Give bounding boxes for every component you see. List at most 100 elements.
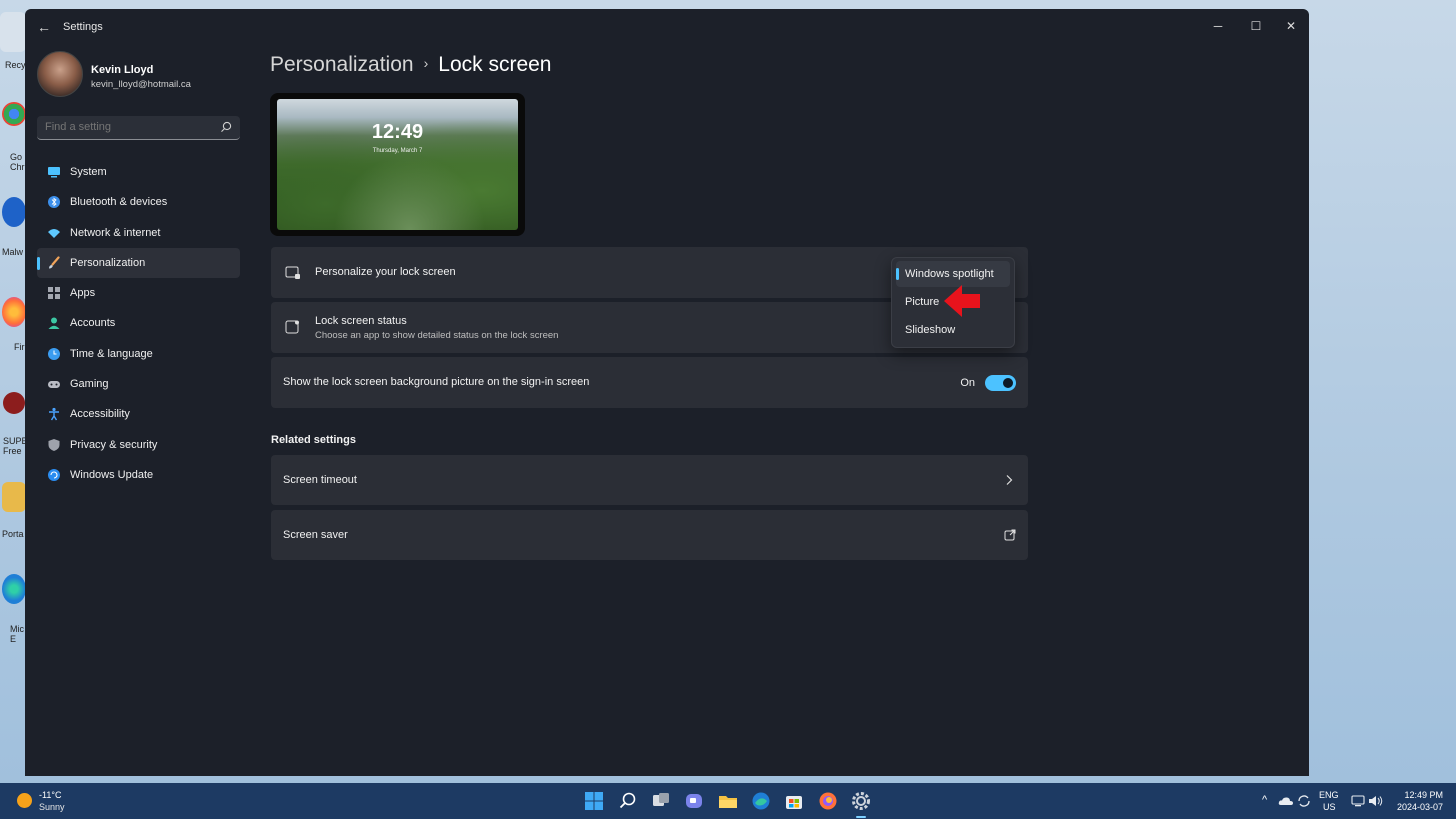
- card-title: Screen saver: [283, 529, 348, 541]
- screen-saver-link[interactable]: Screen saver: [271, 510, 1028, 560]
- card-title: Screen timeout: [283, 474, 357, 486]
- language-indicator[interactable]: ENG: [1319, 790, 1339, 800]
- desktop-edge-icon[interactable]: [2, 574, 26, 604]
- task-view-icon[interactable]: [651, 791, 671, 811]
- signin-background-toggle[interactable]: [985, 375, 1016, 391]
- apps-icon: [48, 287, 60, 300]
- volume-icon[interactable]: [1368, 794, 1384, 808]
- update-icon: [48, 468, 60, 481]
- sidebar-item-apps[interactable]: Apps: [37, 278, 240, 308]
- settings-icon[interactable]: [851, 791, 871, 811]
- wifi-icon: [48, 228, 60, 238]
- minimize-button[interactable]: ─: [1201, 13, 1235, 39]
- bluetooth-icon: [48, 196, 60, 209]
- onedrive-icon[interactable]: [1278, 794, 1294, 808]
- red-arrow-pointer-icon: [944, 285, 980, 317]
- breadcrumb: Personalization › Lock screen: [270, 53, 552, 77]
- profile-email: kevin_lloyd@hotmail.ca: [91, 79, 191, 90]
- network-icon[interactable]: [1351, 794, 1365, 808]
- file-explorer-icon[interactable]: [718, 791, 738, 811]
- card-subtitle: Choose an app to show detailed status on…: [315, 330, 559, 341]
- firefox-icon[interactable]: [818, 791, 838, 811]
- sidebar-item-system[interactable]: System: [37, 157, 240, 187]
- sun-icon[interactable]: [17, 793, 32, 808]
- weather-condition[interactable]: Sunny: [39, 802, 65, 812]
- sidebar-item-bluetooth[interactable]: Bluetooth & devices: [37, 187, 240, 217]
- settings-window: ← Settings ─ ☐ ✕ Kevin Lloyd kevin_lloyd…: [25, 9, 1309, 776]
- status-app-icon: [285, 320, 299, 334]
- open-external-icon: [1004, 529, 1016, 541]
- sidebar-item-accounts[interactable]: Accounts: [37, 308, 240, 338]
- monitor-icon: [48, 167, 60, 178]
- avatar[interactable]: [37, 51, 83, 97]
- region-indicator[interactable]: US: [1323, 802, 1336, 812]
- sidebar-item-label: Personalization: [70, 256, 146, 269]
- dropdown-option-label: Slideshow: [905, 324, 956, 336]
- sidebar-item-time-language[interactable]: Time & language: [37, 339, 240, 369]
- sidebar-item-label: System: [70, 166, 107, 178]
- close-button[interactable]: ✕: [1274, 13, 1308, 39]
- desktop-label: Mic E: [10, 624, 24, 644]
- edge-icon[interactable]: [751, 791, 771, 811]
- sidebar-item-windows-update[interactable]: Windows Update: [37, 460, 240, 490]
- card-title: Lock screen status: [315, 315, 407, 327]
- sidebar-item-accessibility[interactable]: Accessibility: [37, 399, 240, 429]
- active-app-indicator: [856, 816, 866, 818]
- desktop-firefox-icon[interactable]: [2, 297, 26, 327]
- desktop-label: Malw: [2, 247, 24, 257]
- desktop-malwarebytes-icon[interactable]: [2, 197, 26, 227]
- sidebar-item-gaming[interactable]: Gaming: [37, 369, 240, 399]
- app-title: Settings: [63, 21, 103, 33]
- toggle-knob: [1003, 378, 1013, 388]
- accessibility-icon: [49, 408, 59, 421]
- back-arrow-icon[interactable]: ←: [37, 19, 53, 35]
- toggle-state-label: On: [960, 377, 975, 389]
- chevron-right-icon: [1006, 475, 1013, 485]
- preview-date: Thursday, March 7: [372, 148, 423, 154]
- desktop-chrome-icon[interactable]: [2, 102, 26, 126]
- taskbar-clock-time[interactable]: 12:49 PM: [1397, 790, 1443, 800]
- desktop-superantispyware-icon[interactable]: [3, 392, 25, 414]
- start-icon[interactable]: [584, 791, 604, 811]
- title-bar: ← Settings ─ ☐ ✕: [25, 9, 1309, 45]
- breadcrumb-parent[interactable]: Personalization: [270, 53, 414, 76]
- globe-clock-icon: [48, 347, 60, 360]
- desktop-label: Porta: [2, 529, 24, 539]
- maximize-button[interactable]: ☐: [1239, 13, 1273, 39]
- desktop-folder-icon[interactable]: [2, 482, 26, 512]
- gamepad-icon: [48, 381, 60, 389]
- breadcrumb-separator: ›: [423, 55, 429, 71]
- signin-background-card: Show the lock screen background picture …: [271, 357, 1028, 408]
- related-settings-heading: Related settings: [271, 434, 356, 446]
- dropdown-option-label: Windows spotlight: [905, 268, 994, 280]
- search-icon[interactable]: [618, 791, 638, 811]
- sync-icon[interactable]: [1297, 794, 1311, 808]
- page-title: Lock screen: [438, 53, 552, 76]
- sidebar-item-personalization[interactable]: Personalization: [37, 247, 240, 279]
- sidebar-item-network[interactable]: Network & internet: [37, 218, 240, 248]
- desktop-label: SUPE Free: [3, 436, 28, 456]
- shield-icon: [48, 438, 60, 451]
- taskbar-clock-date[interactable]: 2024-03-07: [1393, 802, 1443, 812]
- sidebar-item-label: Time & language: [70, 347, 153, 360]
- teams-chat-icon[interactable]: [684, 791, 704, 811]
- search-icon[interactable]: [220, 121, 232, 133]
- search-input[interactable]: [45, 121, 215, 133]
- card-title: Personalize your lock screen: [315, 266, 456, 278]
- search-box[interactable]: [37, 116, 240, 140]
- sidebar-nav: System Bluetooth & devices Network & int…: [37, 157, 240, 490]
- weather-temperature[interactable]: -11°C: [39, 790, 61, 800]
- screen-timeout-link[interactable]: Screen timeout: [271, 455, 1028, 505]
- lock-screen-preview: 12:49 Thursday, March 7: [270, 93, 525, 236]
- taskbar: -11°C Sunny ^ ENG US 12:49 PM 2024-03-07: [0, 783, 1456, 819]
- person-icon: [48, 317, 60, 330]
- sidebar-item-label: Bluetooth & devices: [70, 196, 168, 209]
- store-icon[interactable]: [784, 791, 804, 811]
- card-title: Show the lock screen background picture …: [283, 376, 590, 388]
- lock-screen-image-icon: [285, 266, 300, 279]
- desktop-label: Recy: [5, 60, 26, 70]
- preview-image: 12:49 Thursday, March 7: [277, 99, 518, 230]
- desktop-recycle-bin-icon[interactable]: [0, 12, 26, 52]
- tray-chevron-icon[interactable]: ^: [1262, 794, 1267, 806]
- sidebar-item-privacy[interactable]: Privacy & security: [37, 430, 240, 460]
